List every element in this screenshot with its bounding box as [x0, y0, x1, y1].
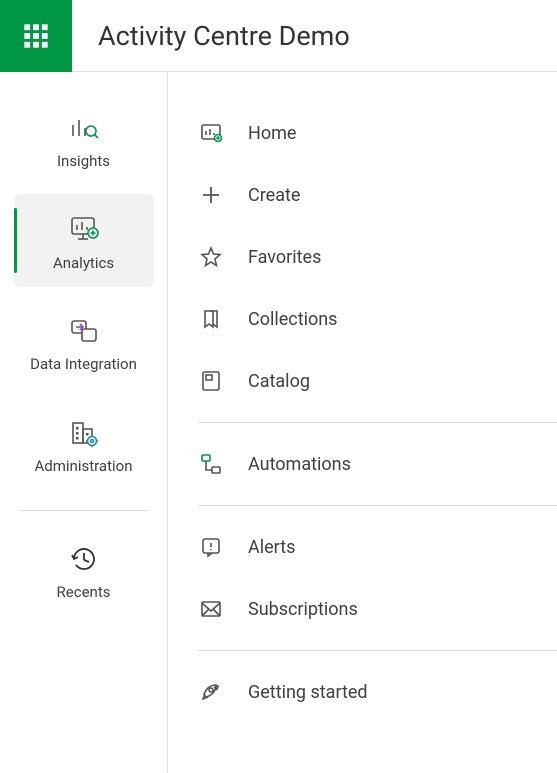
sidebar-item-data-integration[interactable]: Data Integration [14, 295, 154, 389]
menu-item-create[interactable]: Create [168, 164, 557, 226]
menu-item-automations[interactable]: Automations [168, 433, 557, 495]
sidebar-item-analytics[interactable]: Analytics [14, 194, 154, 288]
sidebar-main-section: Insights Analytics [0, 92, 167, 498]
menu-item-label: Favorites [248, 247, 321, 268]
page-title: Activity Centre Demo [98, 20, 350, 52]
menu-item-label: Home [248, 123, 296, 144]
menu-item-getting-started[interactable]: Getting started [168, 661, 557, 723]
sidebar-item-label: Data Integration [30, 355, 137, 375]
create-icon [198, 182, 224, 208]
menu-item-label: Subscriptions [248, 599, 358, 620]
menu-item-label: Collections [248, 309, 337, 330]
body: Insights Analytics [0, 72, 557, 773]
menu-item-label: Catalog [248, 371, 310, 392]
menu-item-favorites[interactable]: Favorites [168, 226, 557, 288]
administration-icon [66, 415, 102, 451]
sidebar-recents-section: Recents [0, 523, 167, 625]
automations-icon [198, 451, 224, 477]
menu-group-3: Alerts Subscriptions [168, 506, 557, 650]
menu-item-alerts[interactable]: Alerts [168, 516, 557, 578]
analytics-icon [66, 212, 102, 248]
favorites-icon [198, 244, 224, 270]
sidebar-item-label: Analytics [53, 254, 114, 274]
getting-started-icon [198, 679, 224, 705]
menu-group-2: Automations [168, 423, 557, 505]
data-integration-icon [66, 313, 102, 349]
collections-icon [198, 306, 224, 332]
menu-item-collections[interactable]: Collections [168, 288, 557, 350]
home-icon [198, 120, 224, 146]
sidebar-item-recents[interactable]: Recents [14, 523, 154, 617]
sidebar-item-insights[interactable]: Insights [14, 92, 154, 186]
sidebar-item-label: Administration [35, 457, 133, 477]
sidebar: Insights Analytics [0, 72, 168, 773]
sidebar-item-label: Insights [57, 152, 110, 172]
menu-item-label: Getting started [248, 682, 368, 703]
menu-item-label: Create [248, 185, 300, 206]
catalog-icon [198, 368, 224, 394]
menu-item-label: Alerts [248, 537, 295, 558]
sidebar-item-administration[interactable]: Administration [14, 397, 154, 491]
app-launcher-button[interactable] [0, 0, 72, 72]
alerts-icon [198, 534, 224, 560]
menu-item-subscriptions[interactable]: Subscriptions [168, 578, 557, 640]
insights-icon [66, 110, 102, 146]
sidebar-item-label: Recents [57, 583, 111, 603]
menu-item-catalog[interactable]: Catalog [168, 350, 557, 412]
main-menu: Home Create Favorites [168, 72, 557, 773]
sidebar-divider [19, 510, 149, 511]
app-grid-icon [22, 22, 50, 50]
subscriptions-icon [198, 596, 224, 622]
menu-group-4: Getting started [168, 651, 557, 733]
menu-item-home[interactable]: Home [168, 102, 557, 164]
header: Activity Centre Demo [0, 0, 557, 72]
menu-item-label: Automations [248, 454, 351, 475]
recents-icon [66, 541, 102, 577]
menu-group-1: Home Create Favorites [168, 92, 557, 422]
